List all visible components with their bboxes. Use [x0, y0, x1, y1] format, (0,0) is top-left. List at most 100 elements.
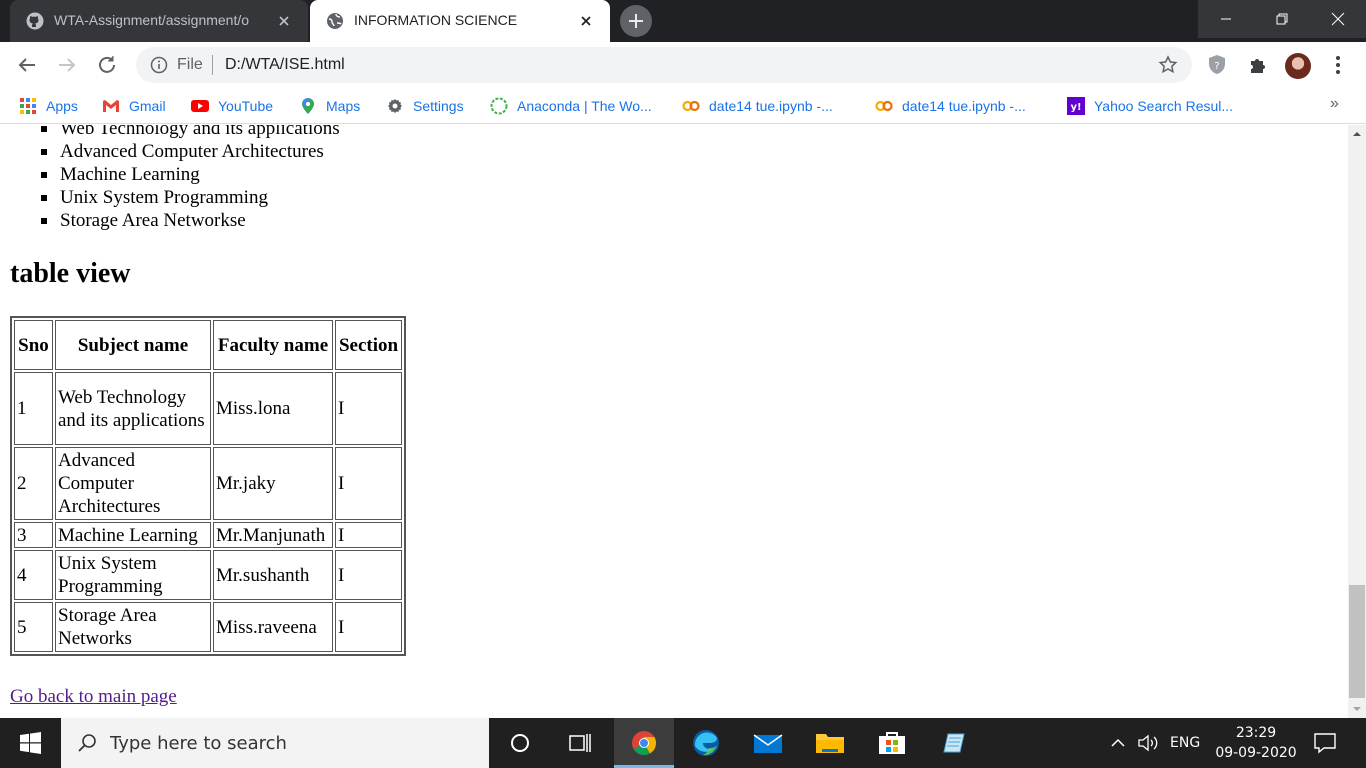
taskbar-chrome[interactable]	[614, 718, 674, 768]
input-language[interactable]: ENG	[1170, 735, 1200, 751]
back-to-main-link[interactable]: Go back to main page	[10, 686, 177, 708]
bookmark-label: Apps	[46, 98, 78, 114]
close-icon[interactable]	[274, 11, 294, 31]
chrome-icon	[632, 731, 657, 756]
reload-icon[interactable]	[93, 51, 121, 79]
table-row: 4 Unix System Programming Mr.sushanth I	[14, 550, 402, 600]
cortana-circle-icon	[511, 734, 529, 752]
scroll-down-arrow-icon[interactable]	[1348, 700, 1366, 718]
bookmark-gmail[interactable]: Gmail	[102, 96, 166, 116]
vertical-scrollbar[interactable]	[1348, 125, 1366, 718]
scheme-label: File	[177, 56, 203, 73]
taskbar-store[interactable]	[862, 718, 922, 768]
url-text[interactable]: D:/WTA/ISE.html	[225, 56, 345, 74]
shield-extension-icon[interactable]: ?	[1203, 51, 1231, 79]
column-header-subject: Subject name	[55, 320, 211, 370]
cell-sno: 4	[14, 550, 53, 600]
search-icon	[78, 734, 96, 752]
scroll-up-arrow-icon[interactable]	[1348, 125, 1366, 143]
bookmark-label: date14 tue.ipynb -...	[902, 98, 1026, 114]
cell-section: I	[335, 372, 402, 445]
colab-icon	[682, 100, 700, 112]
system-clock[interactable]: 23:29 09-09-2020	[1208, 723, 1304, 763]
volume-icon[interactable]	[1137, 733, 1159, 753]
taskbar-edge[interactable]	[676, 718, 736, 768]
forward-arrow-icon[interactable]	[53, 51, 81, 79]
cell-faculty: Mr.Manjunath	[213, 522, 333, 548]
yahoo-icon: y!	[1067, 97, 1085, 115]
bookmark-label: Gmail	[129, 98, 166, 114]
subjects-table: Sno Subject name Faculty name Section 1 …	[10, 316, 406, 656]
list-item: Web Technology and its applications	[0, 125, 340, 140]
cell-section: I	[335, 447, 402, 520]
cell-sno: 3	[14, 522, 53, 548]
column-header-section: Section	[335, 320, 402, 370]
cell-subject: Web Technology and its applications	[55, 372, 211, 445]
info-icon[interactable]	[150, 56, 168, 74]
back-arrow-icon[interactable]	[13, 51, 41, 79]
bookmark-youtube[interactable]: YouTube	[191, 96, 273, 116]
task-view-button[interactable]	[550, 718, 610, 768]
plus-icon	[629, 14, 643, 28]
list-item: Machine Learning	[0, 163, 340, 186]
notepad-icon	[943, 733, 965, 753]
cell-subject: Storage Area Networks	[55, 602, 211, 652]
restore-button[interactable]	[1254, 0, 1310, 38]
bookmark-maps[interactable]: Maps	[299, 96, 360, 116]
extensions-puzzle-icon[interactable]	[1244, 51, 1272, 79]
bookmark-label: YouTube	[218, 98, 274, 114]
bookmark-apps[interactable]: Apps	[19, 96, 78, 116]
store-bag-icon	[879, 732, 905, 754]
chevron-up-icon[interactable]	[1108, 733, 1128, 753]
bookmark-colab-1[interactable]: date14 tue.ipynb -...	[682, 96, 833, 116]
tab-github[interactable]: WTA-Assignment/assignment/o	[10, 0, 308, 42]
close-icon[interactable]	[576, 11, 596, 31]
windows-logo-icon	[20, 732, 41, 754]
minimize-button[interactable]	[1198, 0, 1254, 38]
cell-faculty: Mr.jaky	[213, 447, 333, 520]
taskbar-search[interactable]: Type here to search	[61, 718, 489, 768]
table-row: 3 Machine Learning Mr.Manjunath I	[14, 522, 402, 548]
bookmarks-overflow-button[interactable]: »	[1330, 95, 1339, 113]
minimize-icon	[1221, 18, 1231, 20]
address-bar[interactable]: File D:/WTA/ISE.html	[136, 47, 1192, 83]
start-button[interactable]	[0, 718, 60, 768]
apps-grid-icon	[20, 98, 36, 114]
cell-section: I	[335, 602, 402, 652]
bookmark-settings[interactable]: Settings	[386, 96, 464, 116]
edge-icon	[693, 730, 719, 756]
tab-information-science[interactable]: INFORMATION SCIENCE	[310, 0, 610, 42]
window-close-button[interactable]	[1310, 0, 1366, 38]
taskbar-notepad[interactable]	[924, 718, 984, 768]
bookmark-star-icon[interactable]	[1158, 55, 1178, 75]
cell-subject: Advanced Computer Architectures	[55, 447, 211, 520]
svg-text:y!: y!	[1070, 102, 1081, 113]
taskbar-file-explorer[interactable]	[800, 718, 860, 768]
task-view-icon	[569, 734, 591, 752]
avatar[interactable]	[1285, 53, 1311, 79]
bookmark-label: Yahoo Search Resul...	[1094, 98, 1234, 114]
bookmark-label: date14 tue.ipynb -...	[709, 98, 833, 114]
new-tab-button[interactable]	[620, 5, 652, 37]
cortana-button[interactable]	[490, 718, 550, 768]
bookmark-colab-2[interactable]: date14 tue.ipynb -...	[875, 96, 1026, 116]
divider	[212, 55, 213, 75]
bookmark-anaconda[interactable]: Anaconda | The Wo...	[490, 96, 652, 116]
cell-section: I	[335, 522, 402, 548]
notification-icon[interactable]	[1312, 731, 1338, 755]
clock-time: 23:29	[1235, 725, 1277, 741]
table-row: 1 Web Technology and its applications Mi…	[14, 372, 402, 445]
cell-sno: 2	[14, 447, 53, 520]
close-icon	[1331, 12, 1345, 26]
menu-kebab-icon[interactable]	[1324, 51, 1352, 79]
globe-icon	[327, 13, 343, 29]
bookmark-yahoo[interactable]: y! Yahoo Search Resul...	[1067, 96, 1233, 116]
tab-title: INFORMATION SCIENCE	[354, 12, 518, 28]
cell-sno: 5	[14, 602, 53, 652]
column-header-sno: Sno	[14, 320, 53, 370]
maps-pin-icon	[302, 98, 314, 114]
scroll-thumb[interactable]	[1349, 585, 1365, 698]
cell-subject: Machine Learning	[55, 522, 211, 548]
taskbar-mail[interactable]	[738, 718, 798, 768]
table-header-row: Sno Subject name Faculty name Section	[14, 320, 402, 370]
